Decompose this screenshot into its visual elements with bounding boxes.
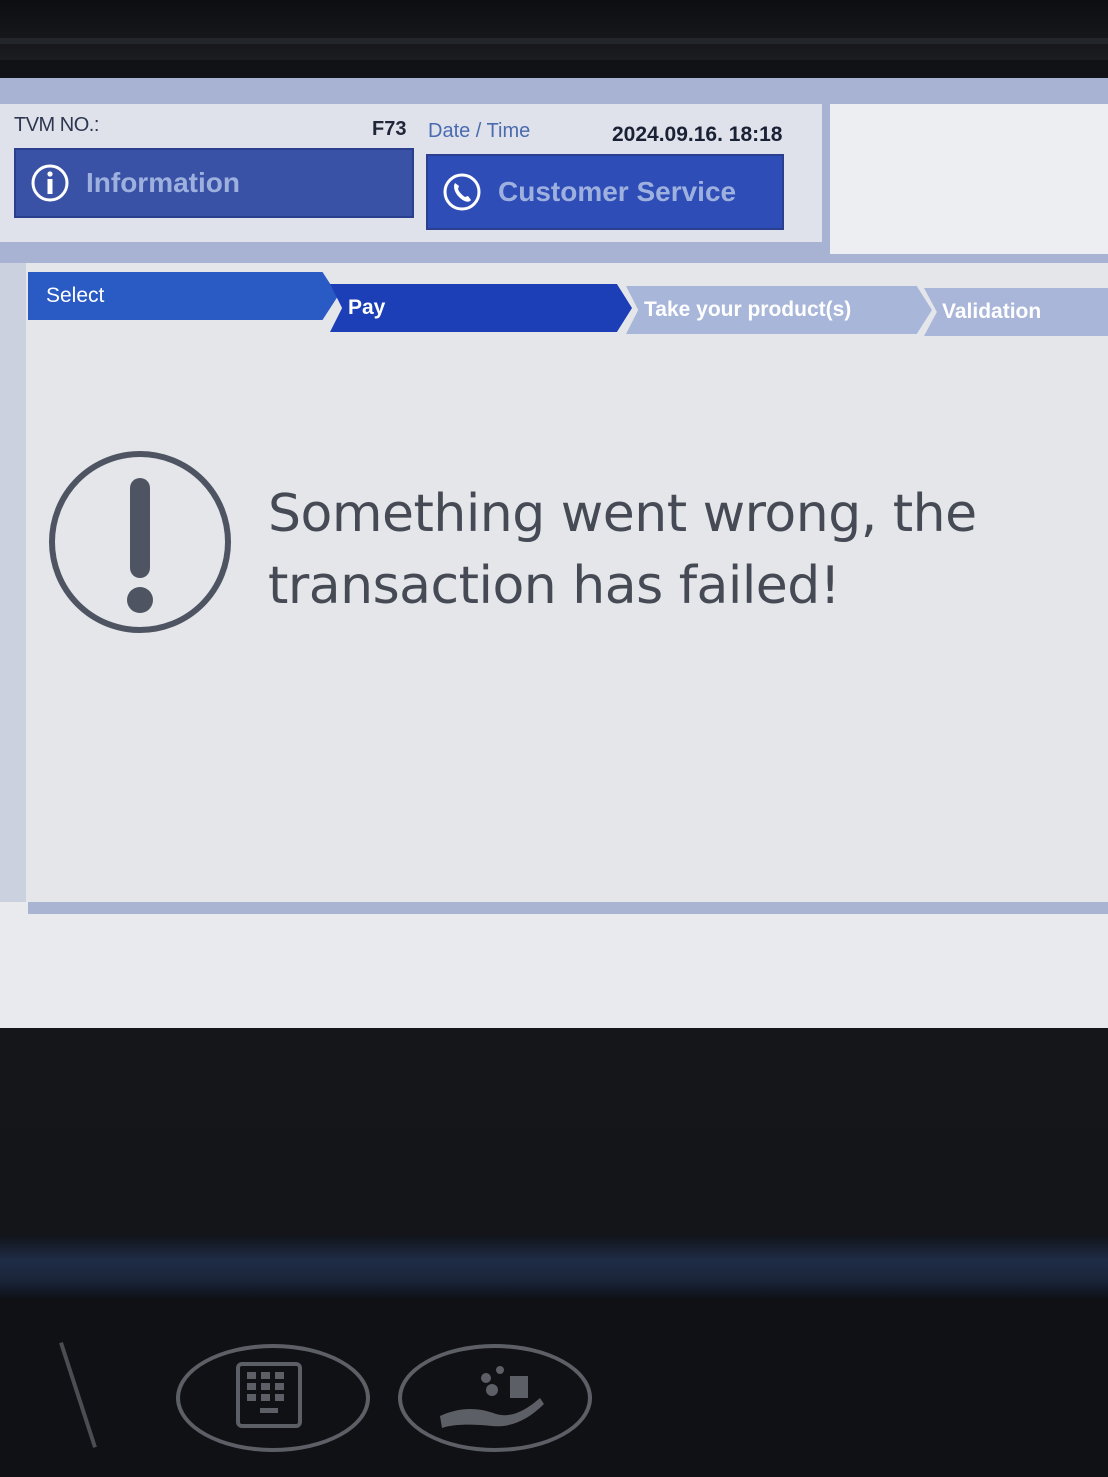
step-take-product: Take your product(s) <box>626 286 932 334</box>
step-validation: Validation <box>924 288 1108 336</box>
information-button[interactable]: Information <box>14 148 414 218</box>
payment-button[interactable] <box>398 1344 592 1452</box>
step-label: Select <box>46 284 105 307</box>
coin-payment-icon <box>440 1366 544 1428</box>
alert-icon <box>49 451 231 633</box>
bezel-edge <box>0 38 1108 44</box>
tvm-number-value: F73 <box>372 118 407 140</box>
progress-steps: Select Pay Take your product(s) Validati… <box>0 270 1108 340</box>
keypad-icon <box>236 1362 302 1428</box>
top-bezel <box>0 0 1108 60</box>
header-bar: TVM NO.: F73 Date / Time 2024.09.16. 18:… <box>0 78 1108 263</box>
header-side-panel <box>830 104 1108 254</box>
datetime-label: Date / Time <box>428 120 531 142</box>
device-trim <box>0 1236 1108 1298</box>
step-label: Take your product(s) <box>644 298 852 321</box>
error-message: Something went wrong, the transaction ha… <box>268 478 988 622</box>
step-select: Select <box>28 272 338 320</box>
error-message-line-2: transaction has failed! <box>268 556 841 616</box>
phone-icon <box>443 173 481 211</box>
information-button-label: Information <box>86 167 240 198</box>
step-label: Pay <box>348 296 386 319</box>
error-message-line-1: Something went wrong, the <box>268 484 977 544</box>
footer-divider <box>28 902 1108 914</box>
tvm-number-label: TVM NO.: <box>14 114 99 136</box>
customer-service-button[interactable]: Customer Service <box>426 154 784 230</box>
customer-service-button-label: Customer Service <box>498 176 737 207</box>
step-pay: Pay <box>330 284 632 332</box>
footer-area <box>0 902 1108 1028</box>
step-label: Validation <box>942 300 1042 323</box>
datetime-value: 2024.09.16. 18:18 <box>612 123 783 146</box>
ticket-vending-machine: TVM NO.: F73 Date / Time 2024.09.16. 18:… <box>0 0 1108 1477</box>
keypad-button[interactable] <box>176 1344 370 1452</box>
kiosk-screen: TVM NO.: F73 Date / Time 2024.09.16. 18:… <box>0 78 1108 1028</box>
info-icon <box>31 164 69 202</box>
